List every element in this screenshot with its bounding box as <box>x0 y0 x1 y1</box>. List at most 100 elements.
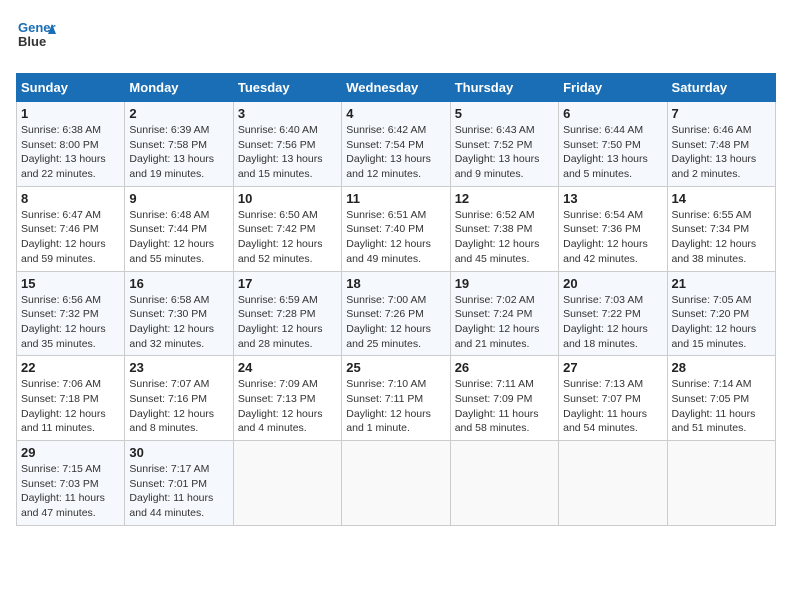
day-number: 2 <box>129 106 228 121</box>
day-detail: Sunrise: 6:42 AMSunset: 7:54 PMDaylight:… <box>346 124 431 180</box>
day-detail: Sunrise: 6:39 AMSunset: 7:58 PMDaylight:… <box>129 124 214 180</box>
day-detail: Sunrise: 7:02 AMSunset: 7:24 PMDaylight:… <box>455 294 540 350</box>
day-detail: Sunrise: 6:48 AMSunset: 7:44 PMDaylight:… <box>129 209 214 265</box>
calendar-day-cell: 18 Sunrise: 7:00 AMSunset: 7:26 PMDayligh… <box>342 271 450 356</box>
calendar-week-row: 15Sunrise: 6:56 AMSunset: 7:32 PMDayligh… <box>17 271 776 356</box>
day-detail: Sunrise: 7:00 AMSunset: 7:26 PMDaylight:… <box>346 294 431 350</box>
day-detail: Sunrise: 6:51 AMSunset: 7:40 PMDaylight:… <box>346 209 431 265</box>
day-number: 9 <box>129 191 228 206</box>
calendar-day-cell: 12 Sunrise: 6:52 AMSunset: 7:38 PMDayligh… <box>450 186 558 271</box>
calendar-day-cell: 11 Sunrise: 6:51 AMSunset: 7:40 PMDayligh… <box>342 186 450 271</box>
calendar-body: 1Sunrise: 6:38 AMSunset: 8:00 PMDaylight… <box>17 102 776 526</box>
day-number: 4 <box>346 106 445 121</box>
day-detail: Sunrise: 6:43 AMSunset: 7:52 PMDaylight:… <box>455 124 540 180</box>
day-number: 27 <box>563 360 662 375</box>
day-number: 14 <box>672 191 771 206</box>
day-number: 25 <box>346 360 445 375</box>
day-detail: Sunrise: 6:50 AMSunset: 7:42 PMDaylight:… <box>238 209 323 265</box>
day-detail: Sunrise: 7:09 AMSunset: 7:13 PMDaylight:… <box>238 378 323 434</box>
weekday-header-cell: Friday <box>559 74 667 102</box>
calendar-day-cell <box>559 441 667 526</box>
weekday-header-cell: Wednesday <box>342 74 450 102</box>
day-number: 28 <box>672 360 771 375</box>
day-number: 11 <box>346 191 445 206</box>
day-detail: Sunrise: 6:56 AMSunset: 7:32 PMDaylight:… <box>21 294 106 350</box>
calendar-day-cell: 21 Sunrise: 7:05 AMSunset: 7:20 PMDayligh… <box>667 271 775 356</box>
day-detail: Sunrise: 7:13 AMSunset: 7:07 PMDaylight:… <box>563 378 647 434</box>
day-number: 30 <box>129 445 228 460</box>
day-detail: Sunrise: 6:47 AMSunset: 7:46 PMDaylight:… <box>21 209 106 265</box>
calendar-day-cell: 7 Sunrise: 6:46 AMSunset: 7:48 PMDaylight… <box>667 102 775 187</box>
calendar-day-cell <box>667 441 775 526</box>
day-number: 17 <box>238 276 337 291</box>
day-detail: Sunrise: 6:52 AMSunset: 7:38 PMDaylight:… <box>455 209 540 265</box>
calendar-day-cell: 13 Sunrise: 6:54 AMSunset: 7:36 PMDayligh… <box>559 186 667 271</box>
weekday-header-cell: Saturday <box>667 74 775 102</box>
calendar-day-cell: 8 Sunrise: 6:47 AMSunset: 7:46 PMDaylight… <box>17 186 125 271</box>
calendar-day-cell: 4 Sunrise: 6:42 AMSunset: 7:54 PMDaylight… <box>342 102 450 187</box>
calendar-day-cell: 10 Sunrise: 6:50 AMSunset: 7:42 PMDayligh… <box>233 186 341 271</box>
day-detail: Sunrise: 7:03 AMSunset: 7:22 PMDaylight:… <box>563 294 648 350</box>
calendar-week-row: 29 Sunrise: 7:15 AMSunset: 7:03 PMDayligh… <box>17 441 776 526</box>
day-number: 24 <box>238 360 337 375</box>
calendar-week-row: 22 Sunrise: 7:06 AMSunset: 7:18 PMDayligh… <box>17 356 776 441</box>
calendar-day-cell: 30 Sunrise: 7:17 AMSunset: 7:01 PMDayligh… <box>125 441 233 526</box>
calendar-day-cell: 20Sunrise: 7:03 AMSunset: 7:22 PMDayligh… <box>559 271 667 356</box>
calendar-day-cell: 14Sunrise: 6:55 AMSunset: 7:34 PMDayligh… <box>667 186 775 271</box>
page-header: General Blue <box>16 16 776 61</box>
calendar-day-cell: 15Sunrise: 6:56 AMSunset: 7:32 PMDayligh… <box>17 271 125 356</box>
calendar-day-cell: 9 Sunrise: 6:48 AMSunset: 7:44 PMDaylight… <box>125 186 233 271</box>
day-detail: Sunrise: 6:38 AMSunset: 8:00 PMDaylight:… <box>21 124 106 180</box>
day-detail: Sunrise: 6:44 AMSunset: 7:50 PMDaylight:… <box>563 124 648 180</box>
calendar-day-cell: 16 Sunrise: 6:58 AMSunset: 7:30 PMDayligh… <box>125 271 233 356</box>
calendar-day-cell: 22 Sunrise: 7:06 AMSunset: 7:18 PMDayligh… <box>17 356 125 441</box>
day-detail: Sunrise: 7:05 AMSunset: 7:20 PMDaylight:… <box>672 294 757 350</box>
calendar-day-cell: 23Sunrise: 7:07 AMSunset: 7:16 PMDayligh… <box>125 356 233 441</box>
day-number: 3 <box>238 106 337 121</box>
day-number: 19 <box>455 276 554 291</box>
calendar-day-cell <box>450 441 558 526</box>
calendar-day-cell: 5 Sunrise: 6:43 AMSunset: 7:52 PMDaylight… <box>450 102 558 187</box>
day-number: 21 <box>672 276 771 291</box>
day-detail: Sunrise: 7:14 AMSunset: 7:05 PMDaylight:… <box>672 378 756 434</box>
calendar-day-cell: 3 Sunrise: 6:40 AMSunset: 7:56 PMDaylight… <box>233 102 341 187</box>
weekday-header-cell: Monday <box>125 74 233 102</box>
calendar-day-cell: 1Sunrise: 6:38 AMSunset: 8:00 PMDaylight… <box>17 102 125 187</box>
svg-text:Blue: Blue <box>18 34 46 49</box>
weekday-header-cell: Tuesday <box>233 74 341 102</box>
day-number: 5 <box>455 106 554 121</box>
day-number: 13 <box>563 191 662 206</box>
calendar-day-cell: 2 Sunrise: 6:39 AMSunset: 7:58 PMDaylight… <box>125 102 233 187</box>
day-detail: Sunrise: 7:07 AMSunset: 7:16 PMDaylight:… <box>129 378 214 434</box>
calendar-day-cell: 24 Sunrise: 7:09 AMSunset: 7:13 PMDayligh… <box>233 356 341 441</box>
calendar-table: SundayMondayTuesdayWednesdayThursdayFrid… <box>16 73 776 526</box>
day-number: 12 <box>455 191 554 206</box>
day-detail: Sunrise: 6:54 AMSunset: 7:36 PMDaylight:… <box>563 209 648 265</box>
day-number: 7 <box>672 106 771 121</box>
day-number: 29 <box>21 445 120 460</box>
day-number: 18 <box>346 276 445 291</box>
day-detail: Sunrise: 6:40 AMSunset: 7:56 PMDaylight:… <box>238 124 323 180</box>
day-number: 16 <box>129 276 228 291</box>
day-detail: Sunrise: 6:46 AMSunset: 7:48 PMDaylight:… <box>672 124 757 180</box>
calendar-day-cell: 29 Sunrise: 7:15 AMSunset: 7:03 PMDayligh… <box>17 441 125 526</box>
day-detail: Sunrise: 6:58 AMSunset: 7:30 PMDaylight:… <box>129 294 214 350</box>
day-detail: Sunrise: 7:11 AMSunset: 7:09 PMDaylight:… <box>455 378 539 434</box>
calendar-day-cell: 26 Sunrise: 7:11 AMSunset: 7:09 PMDayligh… <box>450 356 558 441</box>
day-number: 22 <box>21 360 120 375</box>
weekday-header-cell: Thursday <box>450 74 558 102</box>
calendar-day-cell: 17Sunrise: 6:59 AMSunset: 7:28 PMDayligh… <box>233 271 341 356</box>
calendar-day-cell: 25Sunrise: 7:10 AMSunset: 7:11 PMDayligh… <box>342 356 450 441</box>
calendar-week-row: 8 Sunrise: 6:47 AMSunset: 7:46 PMDaylight… <box>17 186 776 271</box>
day-number: 8 <box>21 191 120 206</box>
day-detail: Sunrise: 7:06 AMSunset: 7:18 PMDaylight:… <box>21 378 106 434</box>
weekday-header-cell: Sunday <box>17 74 125 102</box>
day-number: 10 <box>238 191 337 206</box>
calendar-day-cell: 27 Sunrise: 7:13 AMSunset: 7:07 PMDayligh… <box>559 356 667 441</box>
day-detail: Sunrise: 7:17 AMSunset: 7:01 PMDaylight:… <box>129 463 213 519</box>
day-detail: Sunrise: 7:15 AMSunset: 7:03 PMDaylight:… <box>21 463 105 519</box>
calendar-day-cell: 28 Sunrise: 7:14 AMSunset: 7:05 PMDayligh… <box>667 356 775 441</box>
calendar-day-cell <box>233 441 341 526</box>
day-number: 26 <box>455 360 554 375</box>
calendar-day-cell: 6Sunrise: 6:44 AMSunset: 7:50 PMDaylight… <box>559 102 667 187</box>
